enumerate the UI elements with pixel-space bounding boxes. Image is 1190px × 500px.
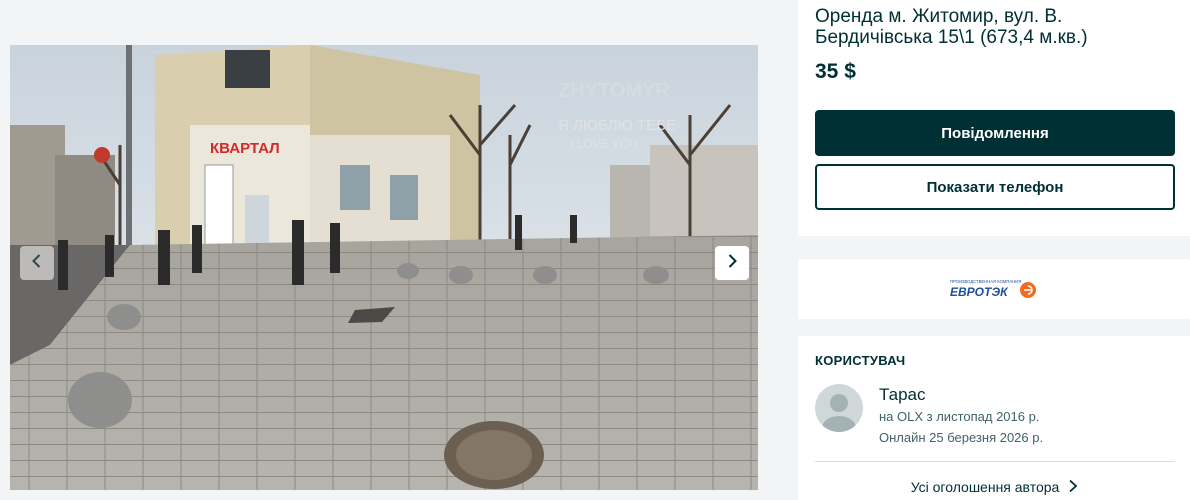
company-logo-card[interactable]: ПРОИЗВОДСТВЕННАЯ КОМПАНИЯ ЕВРОТЭК xyxy=(798,259,1190,319)
all-author-ads-link[interactable]: Усі оголошення автора xyxy=(815,477,1175,497)
city-sign: ZHYTOMYR xyxy=(558,80,670,102)
gallery-next-button[interactable] xyxy=(715,246,749,280)
love-sign-ua: Я ЛЮБЛЮ ТЕБЕ xyxy=(558,117,676,134)
user-name[interactable]: Тарас xyxy=(879,385,925,405)
chevron-left-icon xyxy=(28,252,46,275)
left-column: КВАРТАЛ ZHYTOMYR Я ЛЮБЛЮ ТЕБЕ I LOVE YOU xyxy=(0,0,778,500)
chevron-right-icon xyxy=(1067,479,1079,496)
message-button[interactable]: Повідомлення xyxy=(815,110,1175,156)
user-avatar[interactable] xyxy=(815,384,863,432)
love-sign-en: I LOVE YOU xyxy=(570,137,638,151)
show-phone-button[interactable]: Показати телефон xyxy=(815,164,1175,210)
user-last-online: Онлайн 25 березня 2026 р. xyxy=(879,430,1044,445)
listing-title: Оренда м. Житомир, вул. В. Бердичівська … xyxy=(815,6,1088,48)
shop-sign: КВАРТАЛ xyxy=(210,140,280,157)
user-card: КОРИСТУВАЧ Тарас на OLX з листопад 2016 … xyxy=(798,336,1190,500)
chevron-right-icon xyxy=(723,252,741,275)
photo-gallery[interactable]: КВАРТАЛ ZHYTOMYR Я ЛЮБЛЮ ТЕБЕ I LOVE YOU xyxy=(10,45,758,490)
company-logo: ПРОИЗВОДСТВЕННАЯ КОМПАНИЯ ЕВРОТЭК xyxy=(950,279,1036,299)
all-author-ads-label: Усі оголошення автора xyxy=(910,479,1060,495)
divider xyxy=(815,461,1175,462)
gallery-prev-button[interactable] xyxy=(20,246,54,280)
company-logo-tagline: ПРОИЗВОДСТВЕННАЯ КОМПАНИЯ xyxy=(950,279,1021,284)
user-section-heading: КОРИСТУВАЧ xyxy=(815,353,906,368)
listing-summary-card: Оренда м. Житомир, вул. В. Бердичівська … xyxy=(798,0,1190,236)
user-member-since: на OLX з листопад 2016 р. xyxy=(879,409,1040,424)
listing-photo: КВАРТАЛ ZHYTOMYR Я ЛЮБЛЮ ТЕБЕ I LOVE YOU xyxy=(10,45,758,490)
company-logo-text: ЕВРОТЭК xyxy=(950,285,1009,299)
listing-price: 35 $ xyxy=(815,60,856,83)
